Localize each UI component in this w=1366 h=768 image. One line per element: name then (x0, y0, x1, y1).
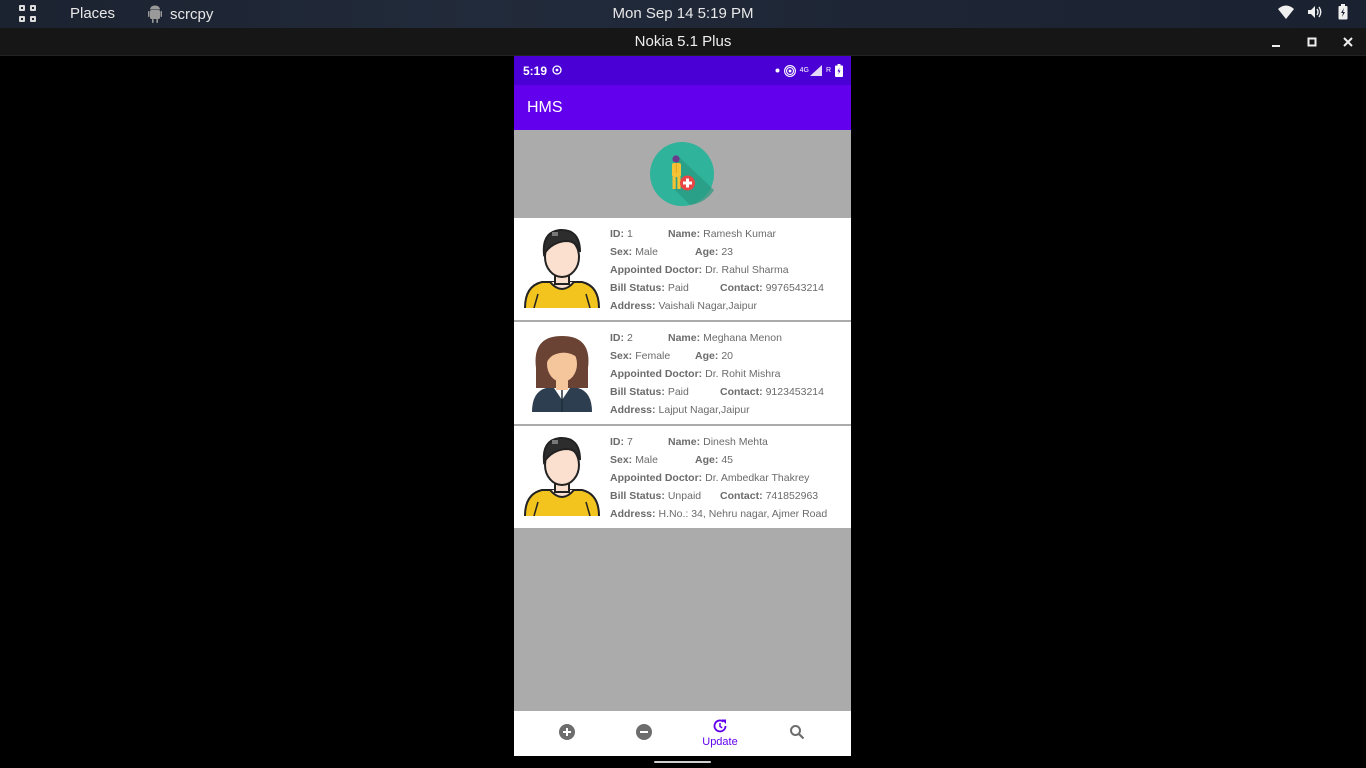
patient-list[interactable]: ID: 1 Name: Ramesh Kumar Sex: Male Age: 23 A… (514, 218, 851, 530)
nav-add-button[interactable] (537, 711, 597, 756)
patient-name: Dinesh Mehta (703, 436, 768, 448)
patient-card[interactable]: ID: 7 Name: Dinesh Mehta Sex: Male Age: 45 A… (514, 426, 851, 528)
patient-name: Meghana Menon (703, 332, 782, 344)
battery-icon (1338, 4, 1348, 20)
phone-battery-icon (835, 64, 843, 77)
patient-doctor: Dr. Rahul Sharma (705, 264, 789, 276)
contact-label: Contact: (720, 386, 763, 398)
id-label: ID: (610, 332, 624, 344)
window-title: Nokia 5.1 Plus (634, 33, 732, 50)
roaming-indicator: R (825, 67, 831, 74)
sex-label: Sex: (610, 454, 633, 466)
app-title: HMS (527, 99, 563, 116)
patient-medical-logo-icon (650, 142, 714, 206)
age-label: Age: (695, 246, 719, 258)
address-label: Address: (610, 508, 656, 520)
hotspot-icon (783, 64, 796, 77)
patient-doctor: Dr. Rohit Mishra (705, 368, 781, 380)
patient-card[interactable]: ID: 1 Name: Ramesh Kumar Sex: Male Age: 23 A… (514, 218, 851, 320)
patient-name: Ramesh Kumar (703, 228, 777, 240)
remove-circle-icon (636, 724, 652, 740)
address-label: Address: (610, 300, 656, 312)
name-label: Name: (668, 228, 701, 240)
android-status-bar: 5:19 4G R (514, 56, 851, 85)
window-titlebar[interactable]: Nokia 5.1 Plus (0, 28, 1366, 56)
nav-update-label: Update (702, 736, 738, 748)
apps-grid-icon[interactable] (19, 5, 38, 24)
patient-bill-status: Paid (667, 386, 689, 398)
age-label: Age: (695, 454, 719, 466)
search-icon (790, 725, 805, 740)
places-menu[interactable]: Places (70, 5, 115, 22)
doctor-label: Appointed Doctor: (610, 264, 703, 276)
patient-sex: Female (635, 350, 671, 362)
sex-label: Sex: (610, 350, 633, 362)
app-toolbar: HMS (514, 85, 851, 130)
add-circle-icon (559, 724, 575, 740)
sex-label: Sex: (610, 246, 633, 258)
contact-label: Contact: (720, 282, 763, 294)
patient-contact: 9123453214 (765, 386, 824, 398)
patient-id: 2 (627, 332, 633, 344)
gesture-bar[interactable] (654, 761, 711, 763)
bottom-navigation: Update (514, 711, 851, 756)
system-tray[interactable] (1278, 4, 1348, 20)
patient-card[interactable]: ID: 2 Name: Meghana Menon Sex: Female Age: 2… (514, 322, 851, 424)
patient-address: Vaishali Nagar,Jaipur (658, 300, 757, 312)
app-name: scrcpy (170, 5, 214, 23)
maximize-icon[interactable] (1302, 32, 1322, 52)
close-icon[interactable] (1338, 32, 1358, 52)
female-avatar-icon (532, 336, 592, 412)
nav-search-button[interactable] (767, 711, 827, 756)
name-label: Name: (668, 436, 701, 448)
sync-icon (552, 65, 562, 75)
phone-screen: 5:19 4G R HMS ID: 1 Name: Ramesh Kumar S… (514, 56, 851, 756)
android-icon (148, 5, 162, 23)
id-label: ID: (610, 228, 624, 240)
male-avatar-icon (524, 436, 600, 516)
bill-label: Bill Status: (610, 282, 665, 294)
patient-sex: Male (635, 246, 658, 258)
signal-icon (809, 65, 822, 76)
doctor-label: Appointed Doctor: (610, 368, 703, 380)
status-time: 5:19 (523, 64, 548, 78)
minimize-icon[interactable] (1266, 32, 1286, 52)
patient-bill-status: Paid (667, 282, 689, 294)
patient-sex: Male (635, 454, 658, 466)
network-type: 4G (799, 67, 809, 74)
patient-age: 23 (721, 246, 734, 258)
patient-id: 7 (627, 436, 633, 448)
wifi-icon (1278, 5, 1294, 19)
patient-bill-status: Unpaid (667, 490, 702, 502)
id-label: ID: (610, 436, 624, 448)
name-label: Name: (668, 332, 701, 344)
patient-id: 1 (627, 228, 633, 240)
header-banner (514, 130, 851, 218)
patient-contact: 9976543214 (765, 282, 824, 294)
nav-remove-button[interactable] (614, 711, 674, 756)
patient-address: Lajput Nagar,Jaipur (658, 404, 750, 416)
volume-icon (1308, 6, 1322, 18)
bill-label: Bill Status: (610, 490, 665, 502)
address-label: Address: (610, 404, 656, 416)
male-avatar-icon (524, 228, 600, 308)
age-label: Age: (695, 350, 719, 362)
contact-label: Contact: (720, 490, 763, 502)
doctor-label: Appointed Doctor: (610, 472, 703, 484)
app-menu[interactable]: scrcpy (148, 5, 213, 23)
patient-doctor: Dr. Ambedkar Thakrey (705, 472, 810, 484)
gnome-top-bar: Places scrcpy Mon Sep 14 5:19 PM (0, 0, 1366, 28)
dot-icon (775, 68, 780, 73)
nav-update-button[interactable]: Update (690, 711, 750, 756)
update-icon (713, 719, 727, 733)
patient-age: 20 (721, 350, 734, 362)
clock[interactable]: Mon Sep 14 5:19 PM (613, 5, 754, 22)
patient-contact: 741852963 (765, 490, 819, 502)
bill-label: Bill Status: (610, 386, 665, 398)
patient-age: 45 (721, 454, 734, 466)
patient-address: H.No.: 34, Nehru nagar, Ajmer Road (658, 508, 828, 520)
